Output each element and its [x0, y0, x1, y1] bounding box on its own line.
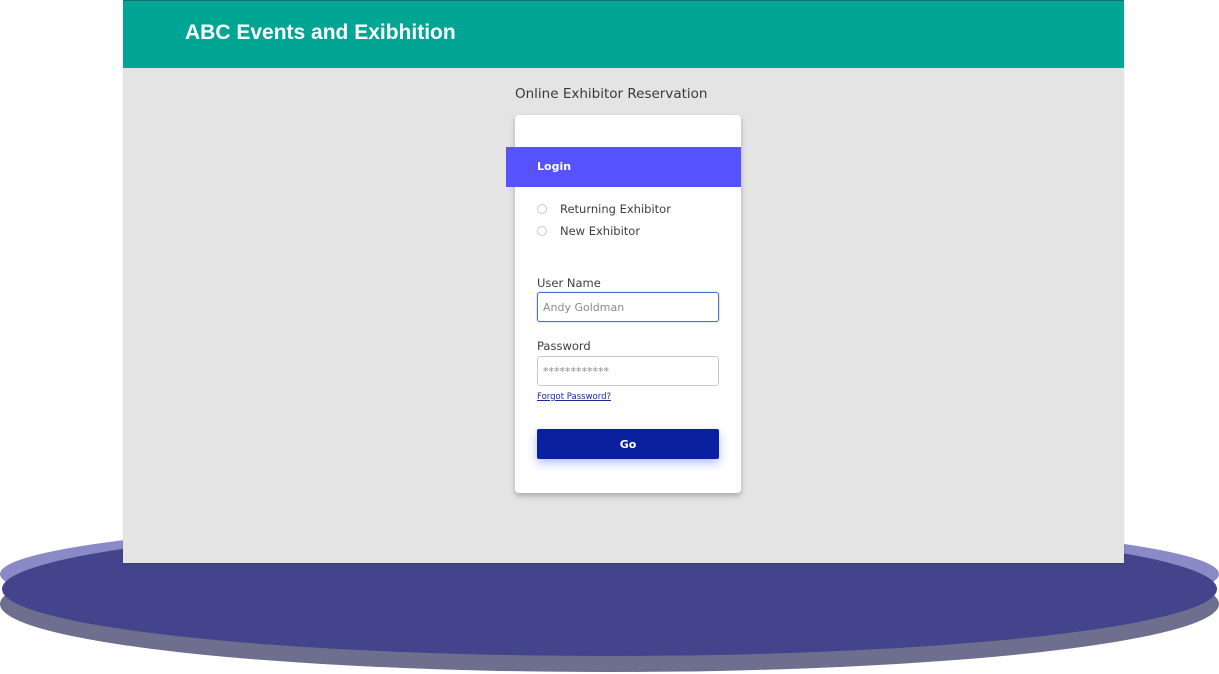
- radio-returning-exhibitor[interactable]: Returning Exhibitor: [537, 201, 671, 217]
- app-title: ABC Events and Exibhition: [185, 21, 456, 44]
- radio-circle-icon[interactable]: [537, 204, 547, 214]
- app-screen: ABC Events and Exibhition Online Exhibit…: [123, 0, 1124, 563]
- page-title: Online Exhibitor Reservation: [515, 86, 708, 102]
- radio-label: Returning Exhibitor: [560, 202, 671, 216]
- radio-label: New Exhibitor: [560, 224, 641, 238]
- app-header: ABC Events and Exibhition: [123, 0, 1124, 68]
- forgot-password-link[interactable]: Forgot Password?: [537, 392, 611, 402]
- login-banner: Login: [506, 147, 741, 187]
- username-input[interactable]: [537, 292, 719, 322]
- login-card: Login Returning Exhibitor New Exhibitor …: [506, 115, 741, 493]
- login-banner-label: Login: [537, 160, 572, 173]
- username-label: User Name: [537, 276, 601, 290]
- radio-circle-icon[interactable]: [537, 226, 547, 236]
- go-button[interactable]: Go: [537, 429, 719, 459]
- password-input[interactable]: [537, 356, 719, 386]
- radio-new-exhibitor[interactable]: New Exhibitor: [537, 223, 640, 239]
- password-label: Password: [537, 339, 591, 353]
